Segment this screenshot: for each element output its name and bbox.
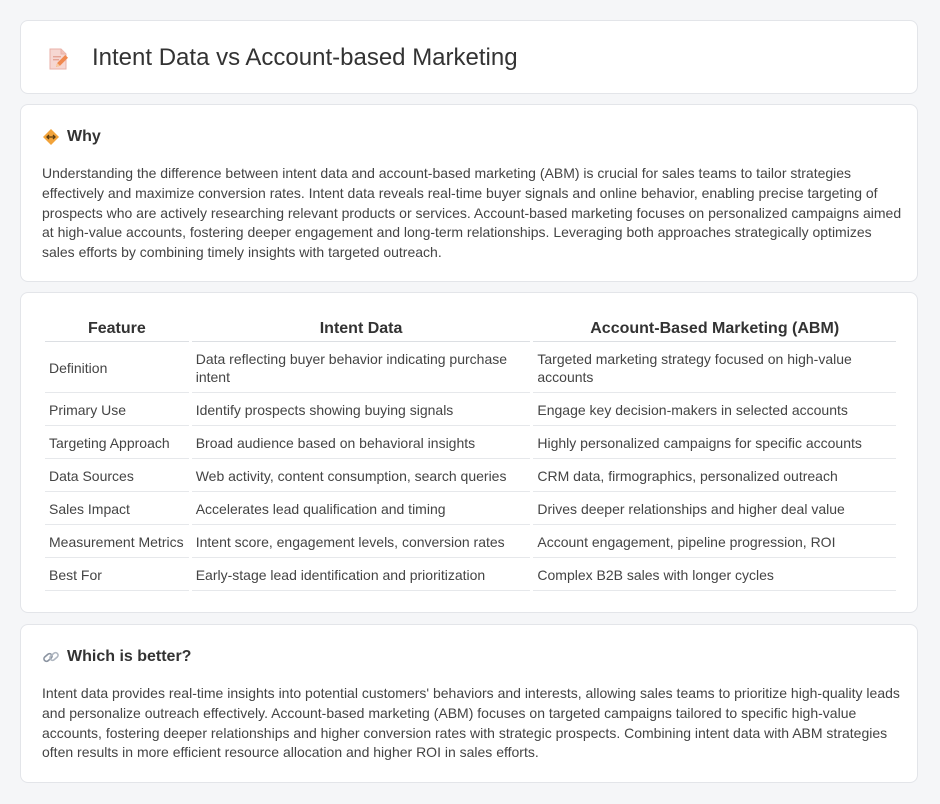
abm-cell: Targeted marketing strategy focused on h… bbox=[533, 344, 896, 393]
intent-cell: Broad audience based on behavioral insig… bbox=[191, 428, 531, 459]
abm-cell: Drives deeper relationships and higher d… bbox=[533, 494, 896, 525]
comparison-table: Feature Intent Data Account-Based Market… bbox=[42, 314, 899, 593]
intent-cell: Data reflecting buyer behavior indicatin… bbox=[191, 344, 531, 393]
header-feature: Feature bbox=[45, 316, 189, 342]
header-abm: Account-Based Marketing (ABM) bbox=[533, 316, 896, 342]
abm-cell: Account engagement, pipeline progression… bbox=[533, 527, 896, 558]
table-row: Definition Data reflecting buyer behavio… bbox=[45, 344, 896, 393]
comparison-section: Feature Intent Data Account-Based Market… bbox=[20, 292, 918, 613]
table-row: Targeting Approach Broad audience based … bbox=[45, 428, 896, 459]
title-card: Intent Data vs Account-based Marketing bbox=[20, 20, 918, 94]
table-row: Best For Early-stage lead identification… bbox=[45, 560, 896, 591]
why-body: Understanding the difference between int… bbox=[42, 165, 902, 261]
feature-cell: Definition bbox=[45, 344, 189, 393]
abm-cell: Highly personalized campaigns for specif… bbox=[533, 428, 896, 459]
link-icon bbox=[43, 651, 59, 663]
why-section: Why Understanding the difference between… bbox=[20, 104, 918, 282]
diamond-arrows-icon bbox=[43, 129, 59, 145]
table-row: Measurement Metrics Intent score, engage… bbox=[45, 527, 896, 558]
table-row: Data Sources Web activity, content consu… bbox=[45, 461, 896, 492]
feature-cell: Data Sources bbox=[45, 461, 189, 492]
header-intent-data: Intent Data bbox=[191, 316, 531, 342]
table-row: Primary Use Identify prospects showing b… bbox=[45, 395, 896, 426]
feature-cell: Best For bbox=[45, 560, 189, 591]
table-header-row: Feature Intent Data Account-Based Market… bbox=[45, 316, 896, 342]
feature-cell: Targeting Approach bbox=[45, 428, 189, 459]
intent-cell: Web activity, content consumption, searc… bbox=[191, 461, 531, 492]
which-is-better-section: Which is better? Intent data provides re… bbox=[20, 624, 918, 783]
intent-cell: Accelerates lead qualification and timin… bbox=[191, 494, 531, 525]
page-title: Intent Data vs Account-based Marketing bbox=[92, 44, 518, 71]
feature-cell: Sales Impact bbox=[45, 494, 189, 525]
abm-cell: Complex B2B sales with longer cycles bbox=[533, 560, 896, 591]
intent-cell: Early-stage lead identification and prio… bbox=[191, 560, 531, 591]
abm-cell: CRM data, firmographics, personalized ou… bbox=[533, 461, 896, 492]
abm-cell: Engage key decision-makers in selected a… bbox=[533, 395, 896, 426]
feature-cell: Primary Use bbox=[45, 395, 189, 426]
feature-cell: Measurement Metrics bbox=[45, 527, 189, 558]
better-title: Which is better? bbox=[67, 648, 192, 665]
intent-cell: Intent score, engagement levels, convers… bbox=[191, 527, 531, 558]
table-row: Sales Impact Accelerates lead qualificat… bbox=[45, 494, 896, 525]
intent-cell: Identify prospects showing buying signal… bbox=[191, 395, 531, 426]
why-title: Why bbox=[67, 128, 101, 145]
better-body: Intent data provides real-time insights … bbox=[42, 685, 900, 761]
document-pencil-icon bbox=[49, 48, 68, 70]
